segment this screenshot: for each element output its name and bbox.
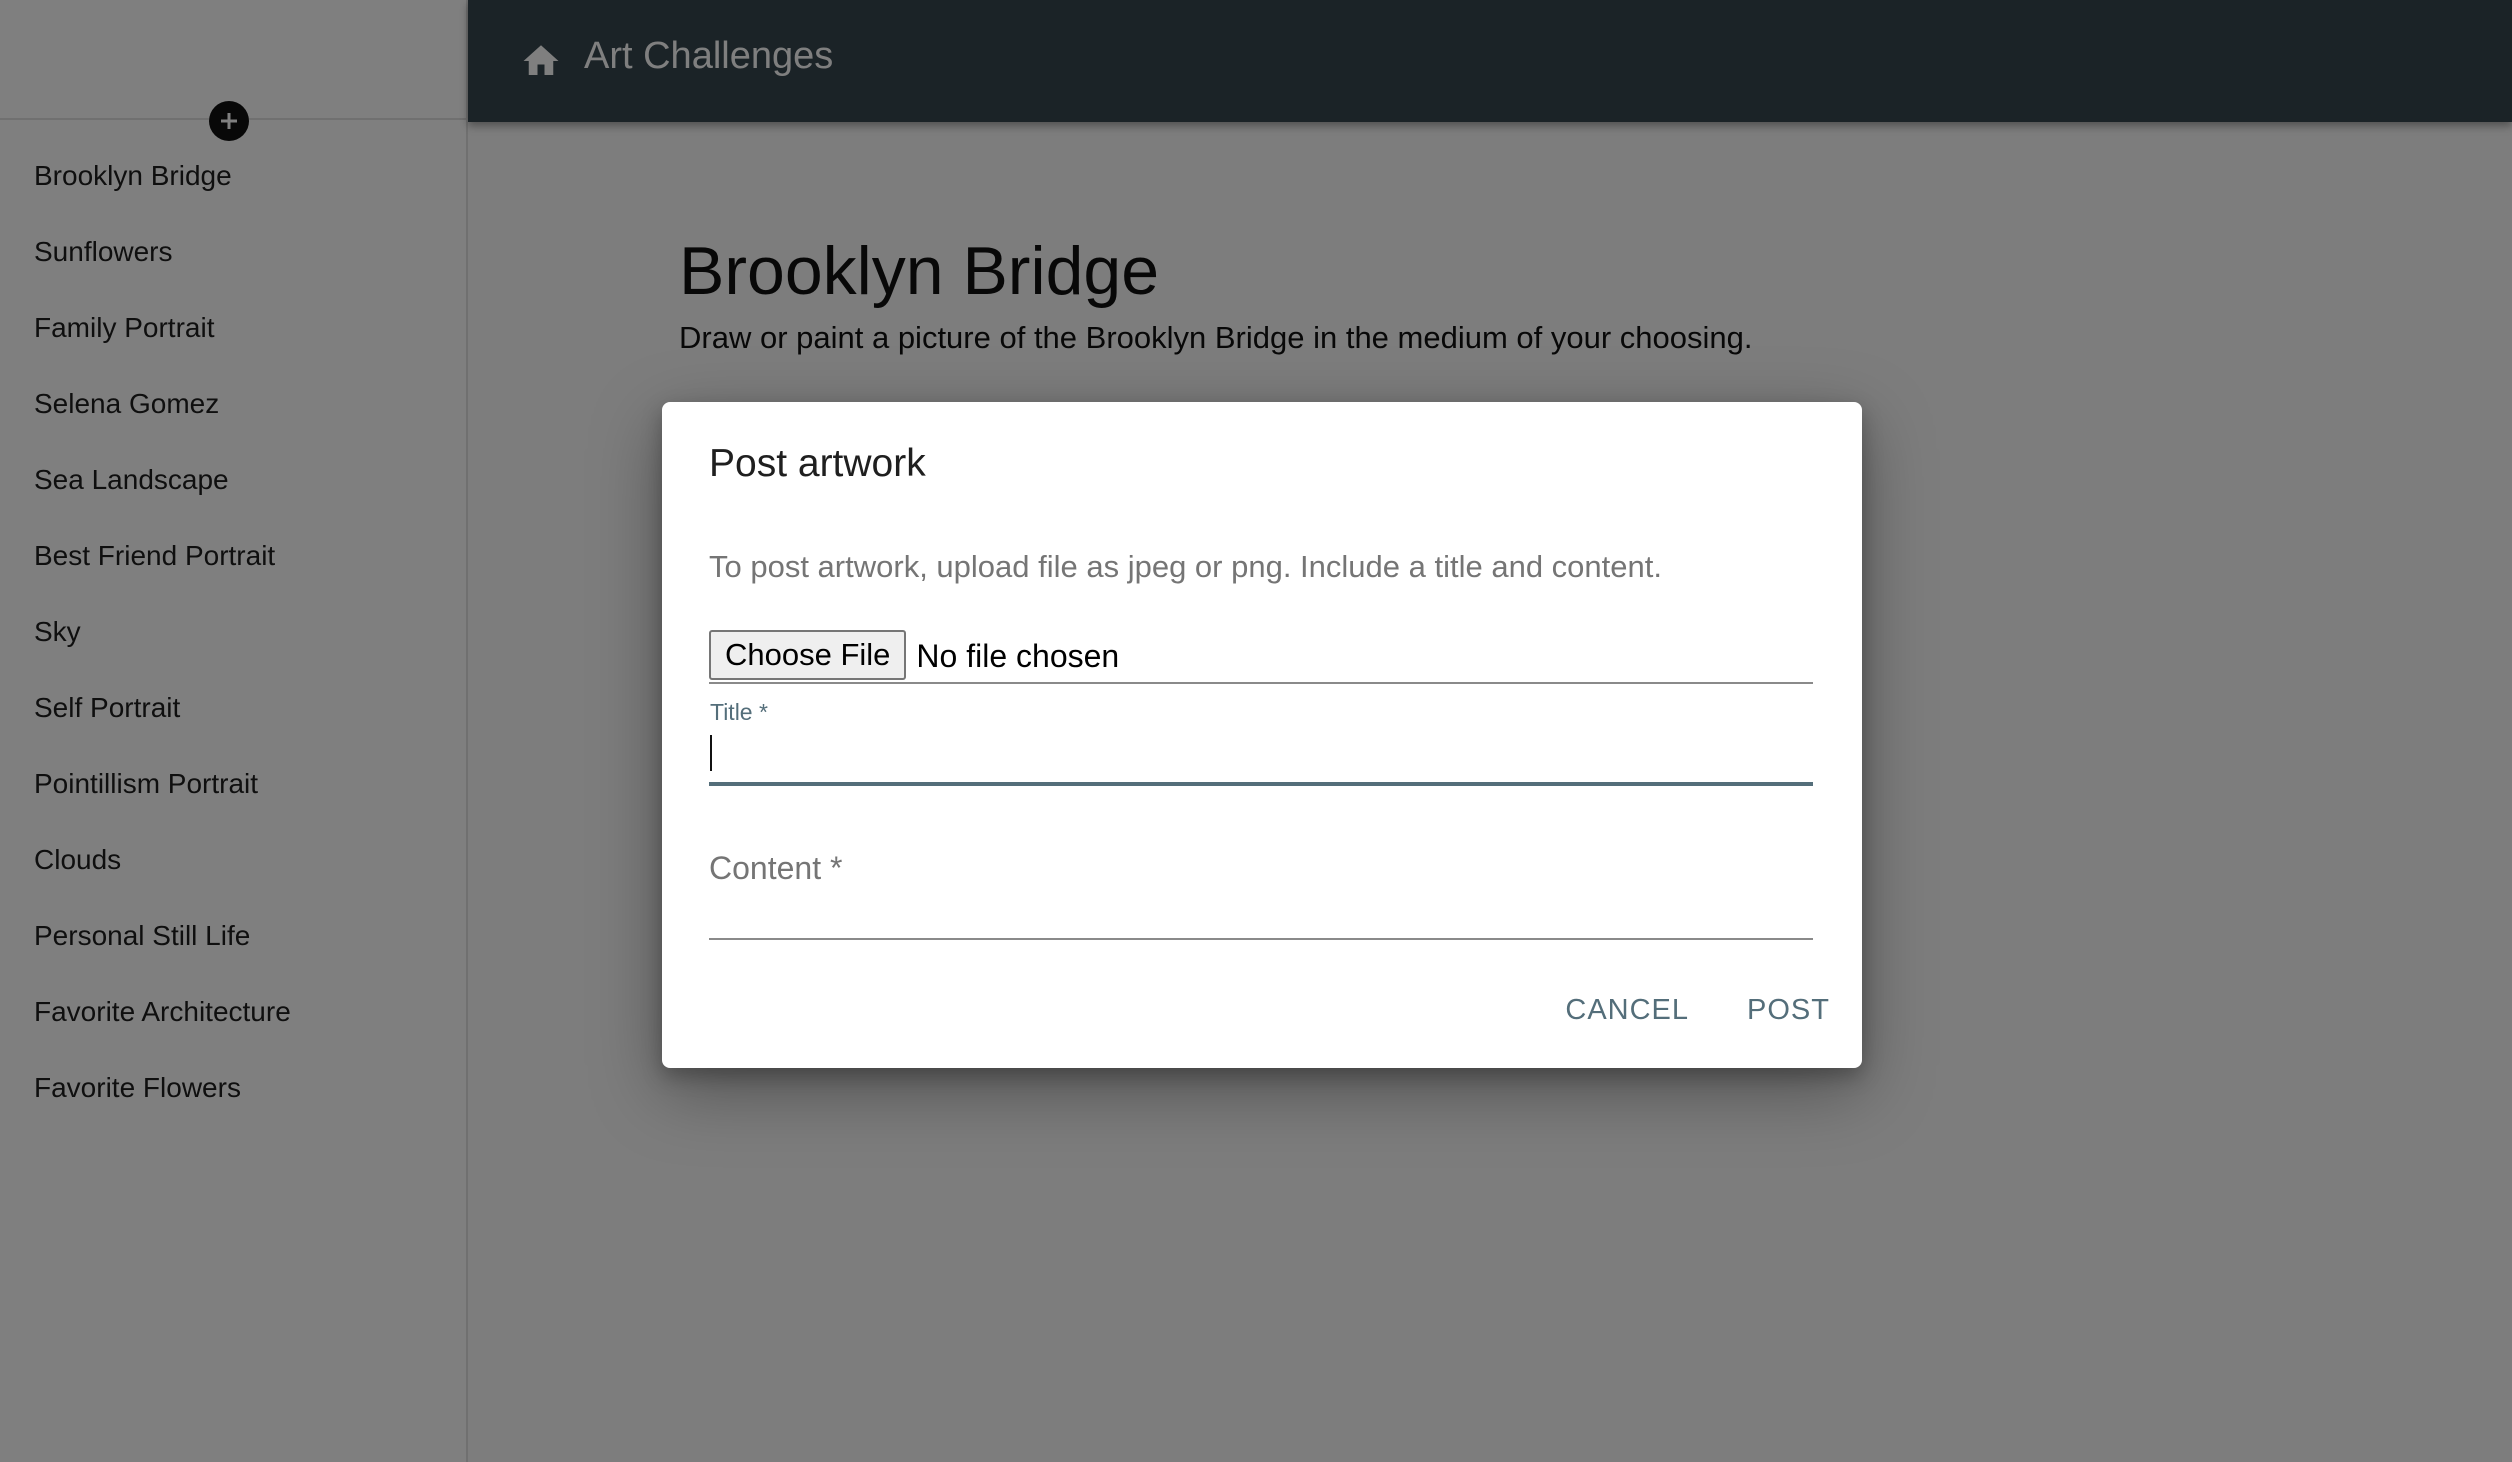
- cancel-button[interactable]: CANCEL: [1547, 982, 1707, 1039]
- post-artwork-dialog: Post artwork To post artwork, upload fil…: [662, 402, 1862, 1068]
- choose-file-button[interactable]: Choose File: [709, 630, 907, 680]
- title-field-label: Title *: [710, 699, 768, 725]
- post-button[interactable]: POST: [1729, 982, 1848, 1039]
- dialog-actions: CANCEL POST: [1525, 982, 1848, 1039]
- content-input[interactable]: [709, 838, 1813, 940]
- file-status-text: No file chosen: [916, 637, 1120, 674]
- title-input[interactable]: [709, 728, 1813, 786]
- text-caret: [710, 735, 712, 771]
- dialog-title: Post artwork: [709, 442, 926, 485]
- dialog-instructions: To post artwork, upload file as jpeg or …: [709, 549, 1662, 584]
- app-root: Brooklyn Bridge Sunflowers Family Portra…: [0, 0, 2512, 1462]
- file-upload-field: Choose File No file chosen: [709, 630, 1813, 684]
